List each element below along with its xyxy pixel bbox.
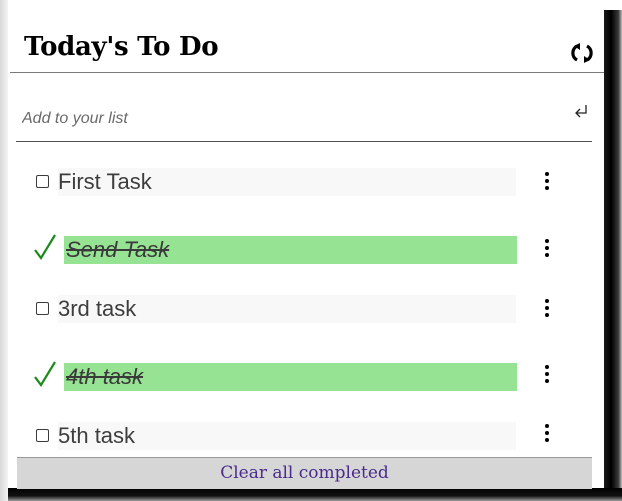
more-options-icon[interactable] — [538, 170, 556, 192]
task-label[interactable]: Send Task — [64, 236, 517, 264]
checkmark-icon[interactable] — [33, 233, 59, 261]
add-task-input[interactable] — [22, 107, 542, 131]
task-label[interactable]: 3rd task — [58, 295, 516, 323]
task-checkbox[interactable] — [36, 429, 49, 442]
task-item: 4th task — [10, 355, 604, 395]
app-window: Today's To Do First Task — [0, 0, 622, 501]
task-item: 3rd task — [10, 291, 604, 331]
window-edge — [0, 0, 8, 501]
add-task-row — [16, 73, 592, 142]
more-options-icon[interactable] — [538, 363, 556, 385]
task-label[interactable]: 4th task — [64, 363, 517, 391]
task-item: 5th task — [10, 418, 604, 458]
more-options-icon[interactable] — [538, 237, 556, 259]
task-item: Send Task — [10, 229, 604, 269]
clear-completed-button[interactable]: Clear all completed — [220, 463, 389, 483]
todo-header: Today's To Do — [10, 6, 604, 73]
task-checkbox[interactable] — [36, 175, 49, 188]
more-options-icon[interactable] — [538, 422, 556, 444]
task-label[interactable]: First Task — [58, 168, 516, 196]
more-options-icon[interactable] — [538, 297, 556, 319]
list-footer: Clear all completed — [17, 457, 592, 489]
refresh-icon[interactable] — [571, 42, 593, 64]
task-checkbox[interactable] — [36, 302, 49, 315]
enter-icon[interactable] — [573, 103, 591, 121]
window-shadow-bottom — [8, 488, 622, 501]
task-item: First Task — [10, 164, 604, 204]
page-title: Today's To Do — [24, 32, 219, 62]
todo-card: Today's To Do First Task — [10, 6, 604, 489]
task-label[interactable]: 5th task — [58, 422, 516, 450]
checkmark-icon[interactable] — [33, 360, 59, 388]
window-shadow-right — [604, 10, 622, 501]
